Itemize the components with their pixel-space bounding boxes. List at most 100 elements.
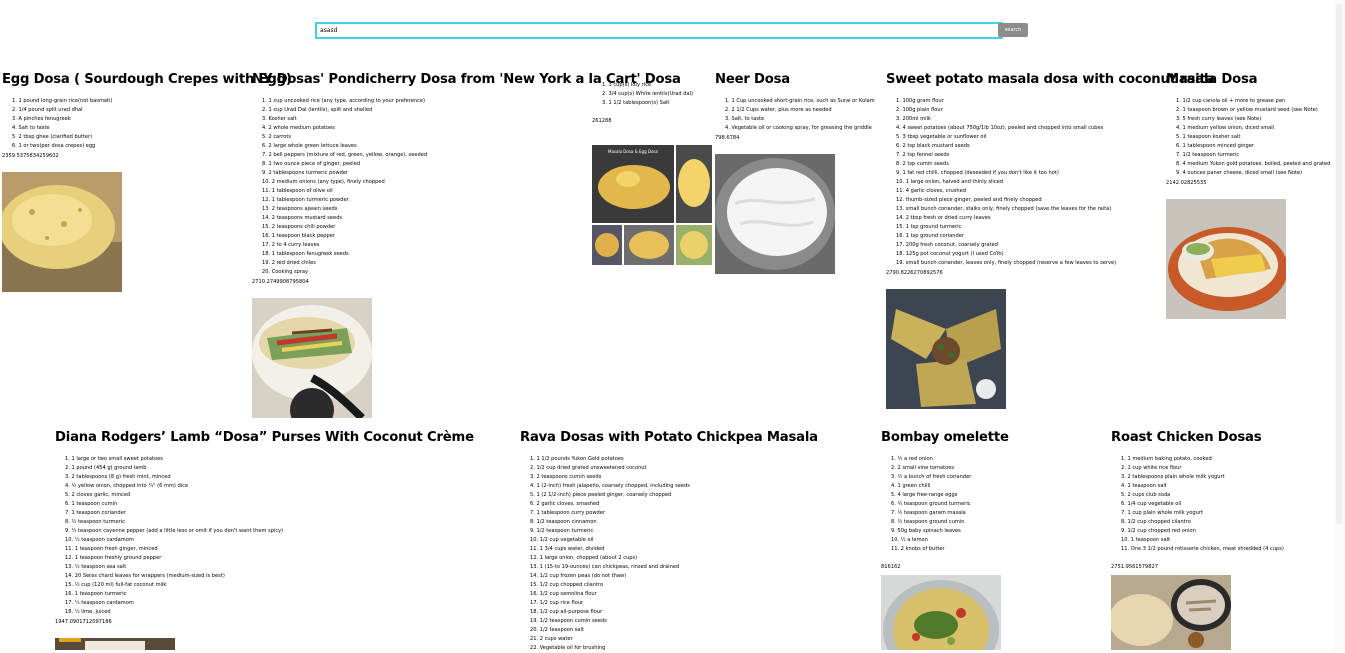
recipe-photo[interactable]: [55, 638, 175, 650]
ingredient-item: 6. 2 garlic cloves, smashed: [530, 501, 600, 507]
ingredient-item: 5. 2 cloves garlic, minced: [65, 492, 131, 498]
ingredient-item: 1. 1 Cup uncooked short-grain rice, such…: [725, 98, 875, 104]
ingredient-item: 4. 1 (2-inch) fresh jalapeño, coarsely c…: [530, 483, 690, 489]
ingredient-list: 1. 1 medium baking potato, cooked 2. 1 cu…: [1121, 455, 1284, 554]
ingredient-item: 13. ½ teaspoon sea salt: [65, 564, 127, 570]
ingredient-item: 18. 1/2 cup all-purpose flour: [530, 609, 603, 615]
ingredient-list: 1. 1/2 cup canola oil + more to grease p…: [1176, 97, 1330, 178]
ingredient-item: 9. 1/2 cup chopped red onion: [1121, 528, 1196, 534]
ingredient-item: 18. ¼ lime, juiced: [65, 609, 111, 615]
recipe-number: 2710.2749908795804: [252, 279, 309, 285]
ingredient-item: 1. 1 pound long-grain rice(not basmati): [12, 98, 113, 104]
scrollbar[interactable]: [1333, 0, 1345, 650]
ingredient-item: 5. 1 teaspoon kosher salt: [1176, 134, 1241, 140]
ingredient-item: 4. 1 teaspoon salt: [1121, 483, 1167, 489]
ingredient-list: 1. 1 large or two small sweet potatoes 2.…: [65, 455, 474, 617]
ingredient-item: 4. ½ yellow onion, chopped into ¼" (6 mm…: [65, 483, 189, 489]
recipe-card: Roast Chicken Dosas 1. 1 medium baking p…: [1111, 430, 1284, 572]
recipe-photo[interactable]: [1166, 199, 1286, 319]
ingredient-item: 3. Salt, to taste: [725, 116, 765, 122]
ingredient-item: 15. 1/2 cup chopped cilantro: [530, 582, 604, 588]
search-input[interactable]: [315, 22, 1003, 39]
recipe-photo[interactable]: [2, 172, 122, 292]
recipe-title[interactable]: Egg Dosa ( Sourdough Crepes with Egg): [2, 72, 292, 88]
ingredient-item: 5. 2 carrots: [262, 134, 292, 140]
ingredient-item: 2. 3/4 cup(s) White lentils(Urad dal): [602, 91, 694, 97]
ingredient-list: 1. ½ a red onion 2. 2 small vine tomatoes…: [891, 455, 1009, 554]
search-button[interactable]: search: [998, 23, 1028, 37]
ingredient-item: 10. 1/2 cup vegetable oil: [530, 537, 594, 543]
ingredient-item: 7. 1 cup plain whole milk yogurt: [1121, 510, 1203, 516]
recipe-photo[interactable]: [1111, 575, 1231, 650]
ingredient-item: 4. Salt to taste: [12, 125, 50, 131]
ingredient-item: 8. 1/2 cup chopped cilantro: [1121, 519, 1191, 525]
ingredient-item: 3. 2 tablespoons (8 g) fresh mint, mince…: [65, 474, 171, 480]
ingredient-item: 12. 1 teaspoon freshly ground pepper: [65, 555, 162, 561]
ingredient-item: 1. 1/2 cup canola oil + more to grease p…: [1176, 98, 1286, 104]
ingredient-item: 20. 1/2 teaspoon salt: [530, 627, 584, 633]
ingredient-item: 6. 1 or two(per dosa crepes) egg: [12, 143, 96, 149]
ingredient-item: 16. 1/2 cup semolina flour: [530, 591, 597, 597]
recipe-photo[interactable]: Masala Dosa & Egg Dosa: [592, 145, 712, 265]
recipe-card: 1. 3 cup(s) Idly rice 2. 3/4 cup(s) White…: [592, 72, 693, 126]
ingredient-item: 2. 2 1/2 Cups water, plus more as needed: [725, 107, 832, 113]
recipe-title[interactable]: Rava Dosas with Potato Chickpea Masala: [520, 430, 818, 446]
ingredient-item: 8. ½ teaspoon ground cumin: [891, 519, 965, 525]
recipe-photo[interactable]: [252, 298, 372, 418]
ingredient-item: 9. 4 ounces paner cheese, diced small (s…: [1176, 170, 1303, 176]
recipe-photo[interactable]: [886, 289, 1006, 409]
ingredient-item: 1. 3 cup(s) Idly rice: [602, 82, 652, 88]
ingredient-item: 5. 1 (2 1/2-inch) piece peeled ginger, c…: [530, 492, 672, 498]
recipe-card: Masala Dosa 1. 1/2 cup canola oil + more…: [1166, 72, 1330, 188]
ingredient-item: 10. ¼ teaspoon cardamom: [65, 537, 134, 543]
recipe-title[interactable]: Roast Chicken Dosas: [1111, 430, 1284, 446]
recipe-card: Diana Rodgers’ Lamb “Dosa” Purses With C…: [55, 430, 474, 627]
recipe-title[interactable]: Diana Rodgers’ Lamb “Dosa” Purses With C…: [55, 430, 474, 446]
ingredient-item: 6. ½ teaspoon ground turmeric: [891, 501, 971, 507]
ingredient-item: 8. ½ teaspoon turmeric: [65, 519, 125, 525]
ingredient-item: 12. 1 large onion, chopped (about 2 cups…: [530, 555, 638, 561]
ingredient-item: 4. 1 green chilli: [891, 483, 931, 489]
ingredient-item: 3. 5 fresh curry leaves (see Note): [1176, 116, 1262, 122]
ingredient-item: 8. 4 medium Yukon gold potatoes, boiled,…: [1176, 161, 1331, 167]
ingredient-item: 21. 2 cups water: [530, 636, 573, 642]
ingredient-item: 13. 1 (15-to 19-ounces) can chickpeas, r…: [530, 564, 680, 570]
recipe-number: 261288: [592, 118, 612, 124]
ingredient-item: 16. 1 teaspoon turmeric: [65, 591, 127, 597]
recipe-title[interactable]: Bombay omelette: [881, 430, 1009, 446]
ingredient-item: 2. 2 small vine tomatoes: [891, 465, 955, 471]
ingredient-item: 7. 1 tablespoon curry powder: [530, 510, 605, 516]
ingredient-item: 11. 2 knobs of butter: [891, 546, 945, 552]
ingredient-item: 3. 1 1/2 tablespoon(s) Salt: [602, 100, 670, 106]
recipe-photo[interactable]: [715, 154, 835, 274]
ingredient-item: 11. One 3 1/2 pound rotisserie chicken, …: [1121, 546, 1284, 552]
ingredient-item: 7. 1/2 teaspoon turmeric: [1176, 152, 1240, 158]
ingredient-item: 6. 1 tablespoon minced ginger: [1176, 143, 1254, 149]
svg-text:Masala Dosa & Egg Dosa: Masala Dosa & Egg Dosa: [608, 149, 658, 154]
recipe-card: Egg Dosa ( Sourdough Crepes with Egg) 1.…: [2, 72, 292, 161]
ingredient-item: 2. 1 cup white rice flour: [1121, 465, 1182, 471]
ingredient-item: 5. 2 tbsp ghee (clarified butter): [12, 134, 93, 140]
ingredient-item: 3. ½ a bunch of fresh coriander: [891, 474, 972, 480]
ingredient-item: 9. ¼ teaspoon cayenne pepper (add a litt…: [65, 528, 284, 534]
recipe-title[interactable]: Masala Dosa: [1166, 72, 1330, 88]
ingredient-item: 2. 1/4 pound split urad dhal: [12, 107, 83, 113]
recipe-card: Bombay omelette 1. ½ a red onion 2. 2 sma…: [881, 430, 1009, 572]
ingredient-item: 6. 1 teaspoon cumin: [65, 501, 118, 507]
ingredient-item: 14. 20 Swiss chard leaves for wrappers (…: [65, 573, 225, 579]
recipe-photo[interactable]: [881, 575, 1001, 650]
ingredient-item: 11. 1 3/4 cups water, divided: [530, 546, 605, 552]
ingredient-item: 10. ½ a lemon: [891, 537, 928, 543]
ingredient-item: 11. 4 garlic cloves, crushed: [896, 188, 967, 194]
ingredient-item: 10. 1 teaspoon salt: [1121, 537, 1170, 543]
ingredient-item: 3. 2 tablespoons plain whole milk yogurt: [1121, 474, 1225, 480]
ingredient-item: 20. Cooking spray: [262, 269, 309, 275]
ingredient-item: 3. A pinches fenugreek: [12, 116, 71, 122]
ingredient-item: 9. 50g baby spinach leaves: [891, 528, 961, 534]
ingredient-item: 5. 4 large free-range eggs: [891, 492, 958, 498]
scrollbar-thumb[interactable]: [1336, 4, 1342, 524]
ingredient-item: 1. ½ a red onion: [891, 456, 933, 462]
ingredient-item: 8. 1/2 teaspoon cinnamon: [530, 519, 597, 525]
recipe-title[interactable]: Neer Dosa: [715, 72, 875, 88]
ingredient-item: 19. 1/2 teaspoon cumin seeds: [530, 618, 607, 624]
